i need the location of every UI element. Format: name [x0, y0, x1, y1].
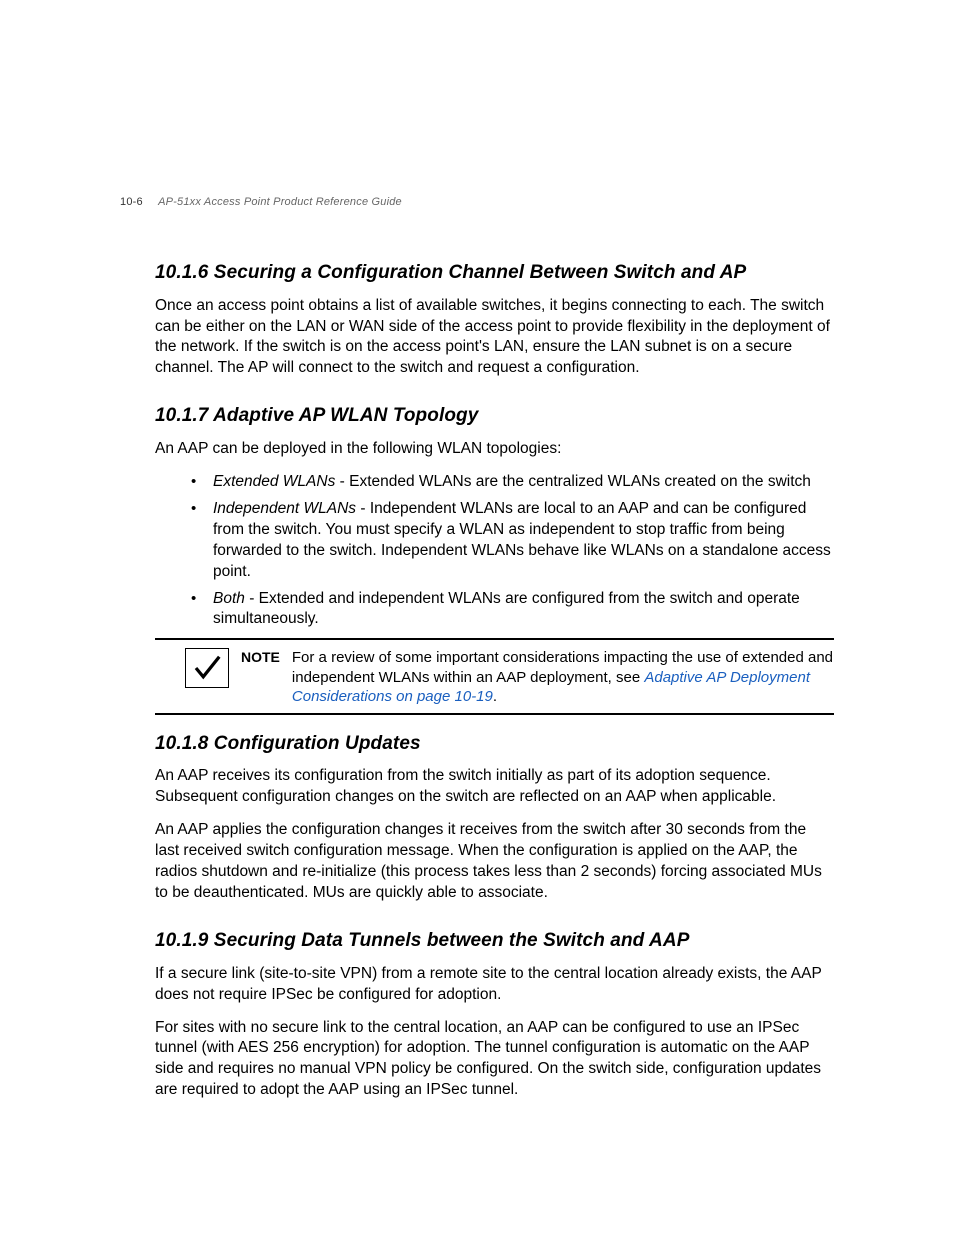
note-period: .: [493, 688, 497, 705]
para-10-1-6-1: Once an access point obtains a list of a…: [155, 296, 834, 380]
bullet-list-topologies: Extended WLANs - Extended WLANs are the …: [155, 472, 834, 630]
para-10-1-8-2: An AAP applies the configuration changes…: [155, 820, 834, 904]
heading-10-1-8: 10.1.8 Configuration Updates: [155, 731, 834, 757]
heading-10-1-7: 10.1.7 Adaptive AP WLAN Topology: [155, 403, 834, 429]
page-content: 10.1.6 Securing a Configuration Channel …: [155, 260, 834, 1101]
para-10-1-8-1: An AAP receives its configuration from t…: [155, 766, 834, 808]
doc-title: AP-51xx Access Point Product Reference G…: [158, 196, 402, 208]
para-10-1-9-1: If a secure link (site-to-site VPN) from…: [155, 964, 834, 1006]
list-item: Independent WLANs - Independent WLANs ar…: [155, 499, 834, 583]
bullet-term: Independent WLANs: [213, 500, 356, 517]
note-label: NOTE: [241, 646, 280, 667]
list-item: Both - Extended and independent WLANs ar…: [155, 589, 834, 631]
bullet-term: Extended WLANs: [213, 473, 335, 490]
note-body: For a review of some important considera…: [292, 646, 834, 707]
heading-10-1-6: 10.1.6 Securing a Configuration Channel …: [155, 260, 834, 286]
note-callout: NOTE For a review of some important cons…: [155, 638, 834, 715]
bullet-term: Both: [213, 590, 245, 607]
bullet-text: - Extended WLANs are the centralized WLA…: [335, 473, 811, 490]
heading-10-1-9: 10.1.9 Securing Data Tunnels between the…: [155, 928, 834, 954]
para-10-1-9-2: For sites with no secure link to the cen…: [155, 1018, 834, 1102]
page-number: 10-6: [120, 195, 143, 210]
bullet-text: - Extended and independent WLANs are con…: [213, 590, 800, 628]
page-header: 10-6 AP-51xx Access Point Product Refere…: [120, 195, 402, 210]
para-10-1-7-intro: An AAP can be deployed in the following …: [155, 439, 834, 460]
list-item: Extended WLANs - Extended WLANs are the …: [155, 472, 834, 493]
checkmark-icon: [185, 648, 229, 688]
